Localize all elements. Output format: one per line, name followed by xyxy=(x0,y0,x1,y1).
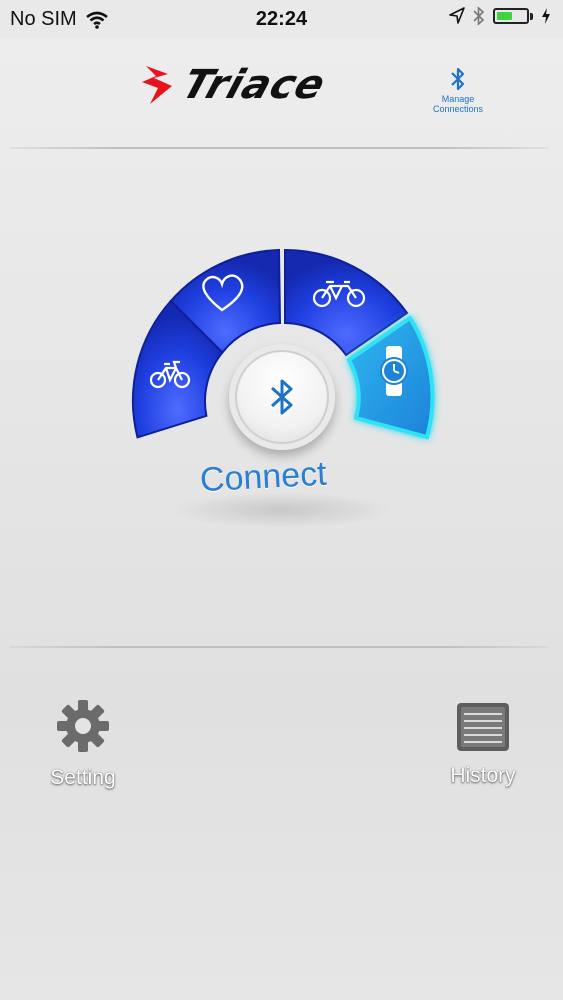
connect-button[interactable] xyxy=(229,344,335,450)
bluetooth-connect-icon xyxy=(270,379,293,415)
setting-label: Setting xyxy=(50,766,116,789)
history-label: History xyxy=(450,764,516,787)
gear-icon xyxy=(57,700,109,752)
connect-label: Connect xyxy=(199,454,328,500)
history-list-icon xyxy=(457,703,509,751)
history-button[interactable]: History xyxy=(440,702,526,788)
setting-button[interactable]: Setting xyxy=(38,698,128,790)
footer-divider xyxy=(10,646,549,648)
